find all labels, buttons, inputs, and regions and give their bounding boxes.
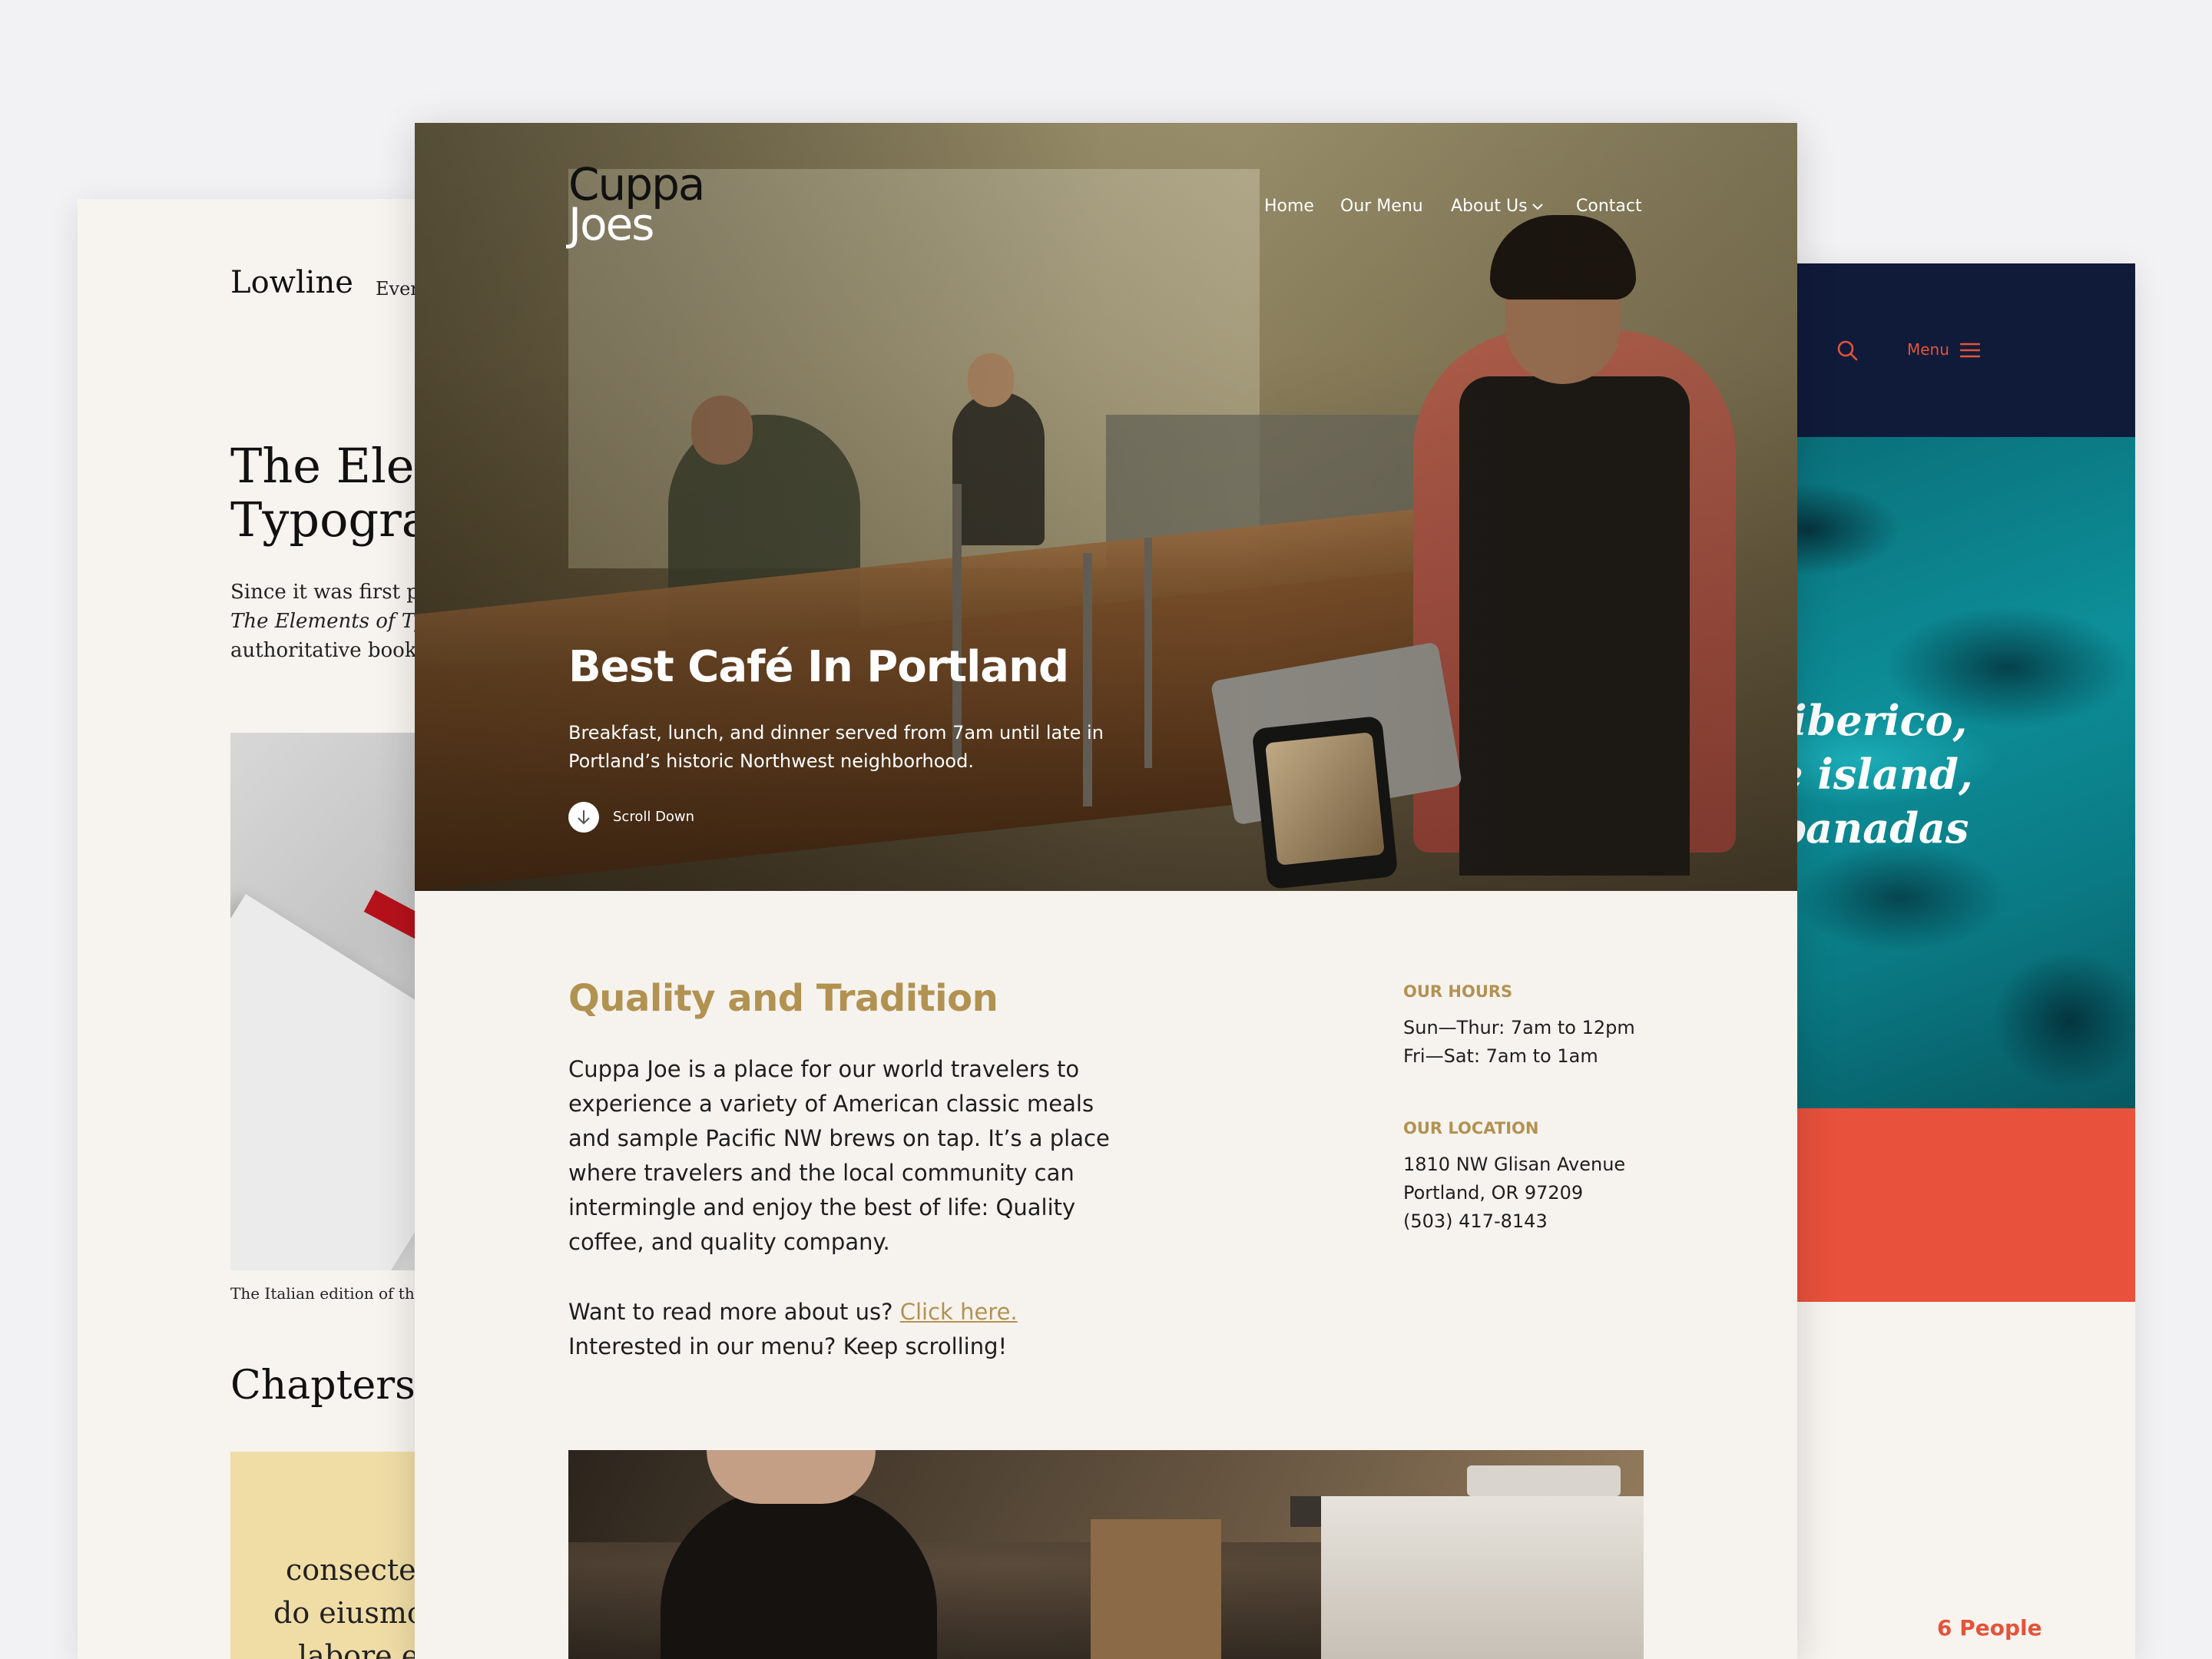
nav-contact[interactable]: Contact: [1576, 197, 1642, 216]
click-here-link[interactable]: Click here.: [900, 1299, 1018, 1325]
location-heading: OUR LOCATION: [1403, 1119, 1539, 1137]
coral-color-band: [1747, 1108, 2135, 1302]
chevron-down-icon[interactable]: [1532, 202, 1544, 211]
coral-menu-button[interactable]: Menu: [1907, 340, 1949, 359]
arrow-down-circle-icon[interactable]: [568, 802, 599, 833]
nav-about-us[interactable]: About Us: [1451, 197, 1528, 216]
address-line2: Portland, OR 97209: [1403, 1182, 1584, 1204]
photo-boxes: [1091, 1519, 1221, 1659]
nav-our-menu[interactable]: Our Menu: [1340, 197, 1423, 216]
address-line1: 1810 NW Glisan Avenue: [1403, 1154, 1626, 1175]
lowline-intro-line2: The Elements of Typo: [230, 610, 415, 633]
photo-espresso-machine: [1321, 1496, 1644, 1659]
quote-line1: consectetu: [286, 1553, 415, 1587]
lowline-content: Lowline Every The Elem Typogra Since it …: [0, 0, 415, 1659]
figure-red-stripe: [363, 889, 415, 945]
lowline-intro-line3: authoritative book o: [230, 639, 415, 662]
nav-home[interactable]: Home: [1264, 197, 1314, 216]
theme-preview-cuppa-joes[interactable]: Cuppa Joes Home Our Menu About Us Contac…: [415, 123, 1797, 1659]
menu-prompt: Interested in our menu? Keep scrolling!: [568, 1333, 1008, 1359]
hamburger-menu-icon[interactable]: [1959, 341, 1981, 359]
lowline-intro: Since it was first pub The Elements of T…: [230, 578, 415, 665]
lowline-heading-line1: The Elem: [230, 438, 415, 494]
cuppa-joes-logo[interactable]: Cuppa Joes: [568, 162, 705, 247]
photo-cups: [1467, 1465, 1621, 1496]
lowline-figure-image: [230, 733, 415, 1270]
hero-subtitle: Breakfast, lunch, and dinner served from…: [568, 722, 1104, 772]
scroll-down-link[interactable]: Scroll Down: [613, 809, 694, 825]
hours-line2: Fri—Sat: 7am to 1am: [1403, 1045, 1598, 1067]
lowline-heading: The Elem Typogra: [230, 439, 415, 547]
search-icon[interactable]: [1836, 339, 1859, 362]
lowline-figure-caption: The Italian edition of the t: [230, 1284, 415, 1303]
read-more-line: Want to read more about us? Click here.: [568, 1295, 1018, 1330]
lowline-chapters-heading: Chapters: [230, 1363, 415, 1409]
figure-paper-sheet: [230, 894, 415, 1270]
section-body: Cuppa Joe is a place for our world trave…: [568, 1056, 1110, 1255]
lowline-intro-line1: Since it was first pub: [230, 581, 415, 604]
theme-preview-coral[interactable]: arch Menu n iberico, he island, npanadas…: [1747, 263, 2135, 1659]
hours-line1: Sun—Thur: 7am to 12pm: [1403, 1017, 1635, 1038]
lowline-logo[interactable]: Lowline: [230, 265, 353, 300]
barista-photo: [568, 1450, 1644, 1659]
read-more-prefix: Want to read more about us?: [568, 1299, 893, 1325]
phone-number[interactable]: (503) 417-8143: [1403, 1207, 1548, 1236]
quote-line2: do eiusmod: [273, 1596, 415, 1630]
lowline-quote-text: consectetu do eiusmod labore et: [273, 1548, 415, 1659]
quote-line3: labore et: [298, 1639, 415, 1659]
section-title: Quality and Tradition: [568, 977, 998, 1020]
lowline-tagline: Every: [376, 278, 415, 300]
coral-people-count: 6 People: [1937, 1615, 2042, 1641]
hours-heading: OUR HOURS: [1403, 982, 1513, 1001]
lowline-heading-line2: Typogra: [230, 492, 415, 548]
hero-title: Best Café In Portland: [568, 642, 1069, 692]
